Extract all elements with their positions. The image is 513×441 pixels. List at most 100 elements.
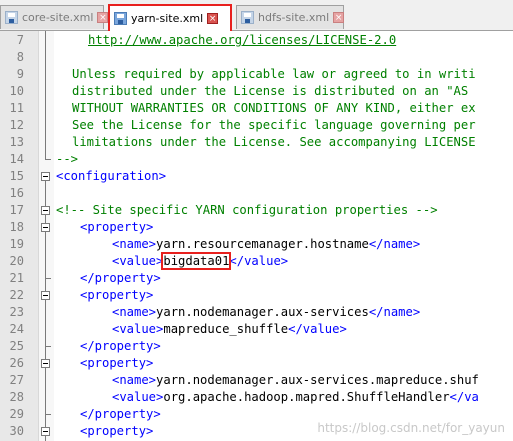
code-line-15: <configuration> (56, 168, 166, 185)
line-number: 17 (9, 203, 24, 217)
tab-bar: core-site.xml × yarn-site.xml × hdfs-sit… (0, 0, 513, 31)
tab-hdfs-site[interactable]: hdfs-site.xml × (236, 5, 345, 29)
line-number: 22 (9, 288, 24, 302)
fold-collapse-icon[interactable] (41, 291, 50, 300)
fold-end-marker (45, 414, 51, 415)
line-number: 15 (9, 169, 24, 183)
comment-text: limitations under the License. See accom… (72, 135, 476, 149)
tab-label: core-site.xml (22, 11, 94, 24)
xml-tag: </property> (80, 339, 161, 353)
fold-collapse-icon[interactable] (41, 206, 50, 215)
code-line-13: limitations under the License. See accom… (72, 134, 476, 151)
xml-tag: <name> (112, 373, 157, 387)
xml-tag: <value> (112, 390, 164, 404)
save-disk-icon (114, 12, 127, 25)
line-number: 23 (9, 305, 24, 319)
line-number: 19 (9, 237, 24, 251)
fold-collapse-icon[interactable] (41, 427, 50, 436)
line-number: 18 (9, 220, 24, 234)
code-line-21: </property> (80, 270, 161, 287)
xml-tag: <property> (80, 356, 154, 370)
xml-tag: <configuration> (56, 169, 167, 183)
fold-collapse-icon[interactable] (41, 359, 50, 368)
comment-text: distributed under the License is distrib… (72, 84, 469, 98)
line-number: 25 (9, 339, 24, 353)
save-disk-icon (241, 11, 254, 24)
tab-core-site[interactable]: core-site.xml × (0, 5, 109, 29)
line-number: 12 (9, 118, 24, 132)
line-number: 9 (16, 67, 24, 81)
line-number: 8 (16, 50, 24, 64)
save-disk-icon (5, 11, 18, 24)
line-number: 26 (9, 356, 24, 370)
line-number: 11 (9, 101, 24, 115)
comment-text: Unless required by applicable law or agr… (72, 67, 476, 81)
fold-margin (38, 31, 54, 441)
code-line-26: <property> (80, 355, 153, 372)
property-value-highlighted: bigdata01 (161, 252, 232, 270)
line-number: 28 (9, 390, 24, 404)
code-line-20: <value>bigdata01</value> (112, 252, 289, 270)
xml-tag: </name> (368, 305, 421, 319)
code-line-12: See the License for the specific languag… (72, 117, 476, 134)
comment-text: WITHOUT WARRANTIES OR CONDITIONS OF ANY … (72, 101, 476, 115)
close-icon[interactable]: × (97, 12, 109, 23)
code-line-9: Unless required by applicable law or agr… (72, 66, 476, 83)
xml-tag: </property> (80, 271, 161, 285)
code-line-17: <!-- Site specific YARN configuration pr… (56, 202, 438, 219)
xml-tag: </property> (80, 407, 161, 421)
fold-end-marker (45, 278, 51, 279)
line-number: 29 (9, 407, 24, 421)
line-number: 7 (16, 33, 24, 47)
tab-label: yarn-site.xml (131, 12, 204, 25)
code-line-10: distributed under the License is distrib… (72, 83, 468, 100)
close-icon[interactable]: × (207, 13, 219, 24)
tab-yarn-site[interactable]: yarn-site.xml × (108, 4, 232, 31)
xml-tag: </va (449, 390, 479, 404)
comment-text: --> (56, 152, 79, 166)
xml-tag: <property> (80, 288, 154, 302)
code-line-28: <value>org.apache.hadoop.mapred.ShuffleH… (112, 389, 479, 406)
fold-collapse-icon[interactable] (41, 223, 50, 232)
code-line-24: <value>mapreduce_shuffle</value> (112, 321, 347, 338)
fold-collapse-icon[interactable] (41, 172, 50, 181)
property-value: org.apache.hadoop.mapred.ShuffleHandler (163, 390, 450, 404)
code-line-7: http://www.apache.org/licenses/LICENSE-2… (88, 32, 396, 49)
comment-text: <!-- Site specific YARN configuration pr… (56, 203, 438, 217)
watermark-text: https://blog.csdn.net/for_yayun (317, 421, 505, 435)
code-line-11: WITHOUT WARRANTIES OR CONDITIONS OF ANY … (72, 100, 476, 117)
code-line-19: <name>yarn.resourcemanager.hostname</nam… (112, 236, 420, 253)
line-number: 21 (9, 271, 24, 285)
fold-end-marker (45, 346, 51, 347)
xml-tag: <property> (80, 220, 154, 234)
tab-label: hdfs-site.xml (258, 11, 330, 24)
property-name: yarn.nodemanager.aux-services.mapreduce.… (156, 373, 479, 387)
xml-tag: <name> (112, 305, 157, 319)
license-link[interactable]: http://www.apache.org/licenses/LICENSE-2… (88, 33, 396, 47)
comment-text: See the License for the specific languag… (72, 118, 476, 132)
code-line-22: <property> (80, 287, 153, 304)
xml-tag: <property> (80, 424, 154, 438)
code-line-18: <property> (80, 219, 153, 236)
code-line-29: </property> (80, 406, 161, 423)
fold-end-marker (45, 159, 51, 160)
line-number: 10 (9, 84, 24, 98)
xml-tag: </value> (229, 254, 289, 268)
line-number: 24 (9, 322, 24, 336)
fold-line (45, 181, 46, 441)
line-number: 13 (9, 135, 24, 149)
close-icon[interactable]: × (333, 12, 345, 23)
line-number-gutter: 7 8 9 10 11 12 13 14 15 16 17 18 19 20 2… (0, 31, 38, 441)
property-name: yarn.resourcemanager.hostname (156, 237, 369, 251)
line-number: 27 (9, 373, 24, 387)
property-name: yarn.nodemanager.aux-services (156, 305, 369, 319)
fold-line (45, 31, 46, 159)
line-number: 16 (9, 186, 24, 200)
xml-tag: </value> (288, 322, 347, 336)
xml-tag: <name> (112, 237, 157, 251)
property-value: mapreduce_shuffle (163, 322, 289, 336)
code-line-25: </property> (80, 338, 161, 355)
code-line-27: <name>yarn.nodemanager.aux-services.mapr… (112, 372, 479, 389)
code-line-30: <property> (80, 423, 153, 440)
xml-tag: <value> (112, 254, 164, 268)
